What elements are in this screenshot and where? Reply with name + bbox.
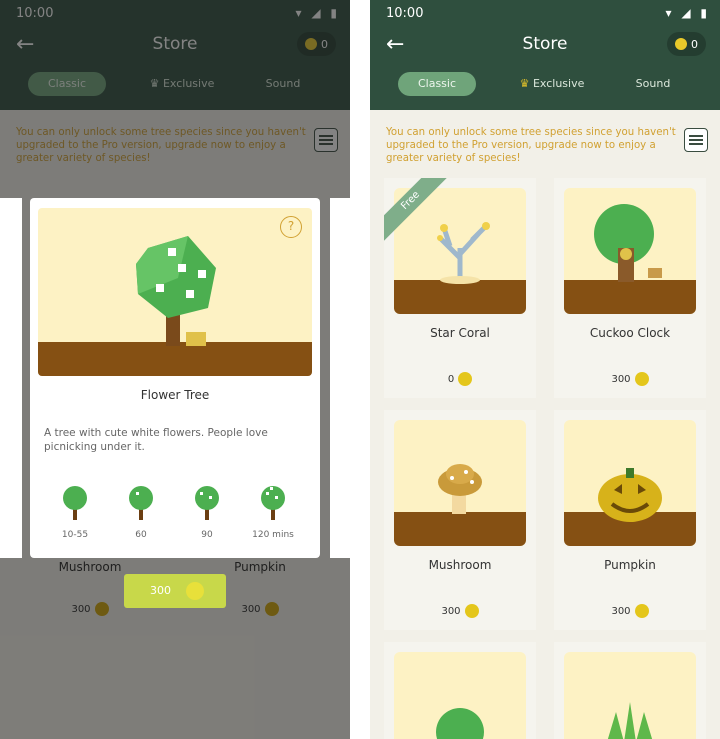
tab-bar: Classic ♛ Exclusive Sound bbox=[370, 72, 720, 98]
tree-price: 300 bbox=[384, 604, 536, 618]
coin-icon bbox=[675, 38, 687, 50]
tab-classic[interactable]: Classic bbox=[398, 72, 476, 96]
tree-card-mushroom[interactable]: Mushroom 300 bbox=[384, 410, 536, 630]
stage-tree-icon bbox=[63, 486, 87, 520]
growth-stage-label: 60 bbox=[135, 530, 147, 540]
tree-card-pumpkin[interactable]: Pumpkin 300 bbox=[554, 410, 706, 630]
tree-price-mushroom: 300 bbox=[14, 602, 166, 616]
tree-price: 300 bbox=[554, 372, 706, 386]
stage-tree-icon bbox=[129, 486, 153, 520]
upgrade-notice[interactable]: You can only unlock some tree species si… bbox=[386, 126, 676, 165]
coin-icon bbox=[264, 602, 279, 616]
buy-price: 300 bbox=[150, 584, 171, 597]
coin-count: 0 bbox=[691, 37, 698, 51]
tree-card-star-coral[interactable]: Free Star Coral 0 bbox=[384, 178, 536, 398]
tab-exclusive-label: Exclusive bbox=[532, 77, 585, 90]
crown-icon: ♛ bbox=[519, 77, 533, 90]
store-screen-modal: 10:00 ▾ ◢ ▮ ← Store 0 Classic ♛ Exclusiv… bbox=[0, 0, 350, 739]
growth-stage-1: 10-55 bbox=[50, 482, 100, 540]
tree-price: 300 bbox=[554, 604, 706, 618]
status-time: 10:00 bbox=[386, 6, 424, 21]
mushroom-image bbox=[394, 420, 526, 546]
grass-illustration bbox=[607, 702, 653, 739]
tree-price-pumpkin: 300 bbox=[184, 602, 336, 616]
cuckoo-clock-illustration bbox=[594, 204, 662, 282]
tree-card-grass[interactable] bbox=[554, 642, 706, 739]
store-screen: 10:00 ▾ ◢ ▮ ← Store 0 Classic ♛ Exclusiv… bbox=[370, 0, 720, 739]
tree-name: Cuckoo Clock bbox=[589, 326, 671, 340]
grass-image bbox=[564, 652, 696, 739]
stage-tree-icon bbox=[195, 486, 219, 520]
prev-card[interactable] bbox=[0, 198, 22, 558]
flower-tree-illustration bbox=[136, 236, 216, 346]
header-bar: 10:00 ▾ ◢ ▮ ← Store 0 Classic ♛ Exclusiv… bbox=[370, 0, 720, 110]
tree-detail-modal: ? Flower Tree A tree with cute white flo… bbox=[30, 198, 320, 558]
growth-stage-label: 90 bbox=[201, 530, 213, 540]
pumpkin-illustration bbox=[598, 468, 662, 522]
coin-icon bbox=[634, 372, 649, 386]
next-card[interactable] bbox=[330, 198, 350, 558]
flower-tree-image: ? bbox=[38, 208, 312, 376]
coin-icon bbox=[634, 604, 649, 618]
tree-card-cuckoo-clock[interactable]: Cuckoo Clock 300 bbox=[554, 178, 706, 398]
coin-icon bbox=[458, 372, 473, 386]
growth-stage-label: 10-55 bbox=[61, 530, 89, 540]
tab-exclusive[interactable]: ♛ Exclusive bbox=[512, 72, 592, 96]
growth-stage-2: 60 bbox=[116, 482, 166, 540]
growth-stage-3: 90 bbox=[182, 482, 232, 540]
bush-image bbox=[394, 652, 526, 739]
tree-name: Mushroom bbox=[428, 558, 492, 572]
growth-stage-4: 120 mins bbox=[248, 482, 298, 540]
coin-icon bbox=[464, 604, 479, 618]
mushroom-illustration bbox=[438, 464, 482, 514]
tree-card-bush[interactable] bbox=[384, 642, 536, 739]
status-icons: ▾ ◢ ▮ bbox=[665, 6, 710, 20]
tab-sound[interactable]: Sound bbox=[628, 72, 678, 96]
modal-tree-description: A tree with cute white flowers. People l… bbox=[44, 427, 268, 453]
help-icon[interactable]: ? bbox=[280, 216, 302, 238]
coin-icon bbox=[94, 602, 109, 616]
tree-name: Star Coral bbox=[430, 326, 490, 340]
tree-price: 0 bbox=[384, 372, 536, 386]
status-bar: 10:00 ▾ ◢ ▮ bbox=[370, 0, 720, 28]
bush-illustration bbox=[436, 708, 484, 739]
coin-balance[interactable]: 0 bbox=[667, 32, 706, 56]
pumpkin-image bbox=[564, 420, 696, 546]
cuckoo-clock-image bbox=[564, 188, 696, 314]
growth-stage-label: 120 mins bbox=[252, 530, 294, 540]
tree-name: Pumpkin bbox=[604, 558, 656, 572]
coin-icon bbox=[186, 582, 204, 600]
stage-tree-icon bbox=[261, 486, 285, 520]
modal-tree-name: Flower Tree bbox=[140, 388, 210, 402]
filter-button[interactable] bbox=[684, 128, 708, 152]
